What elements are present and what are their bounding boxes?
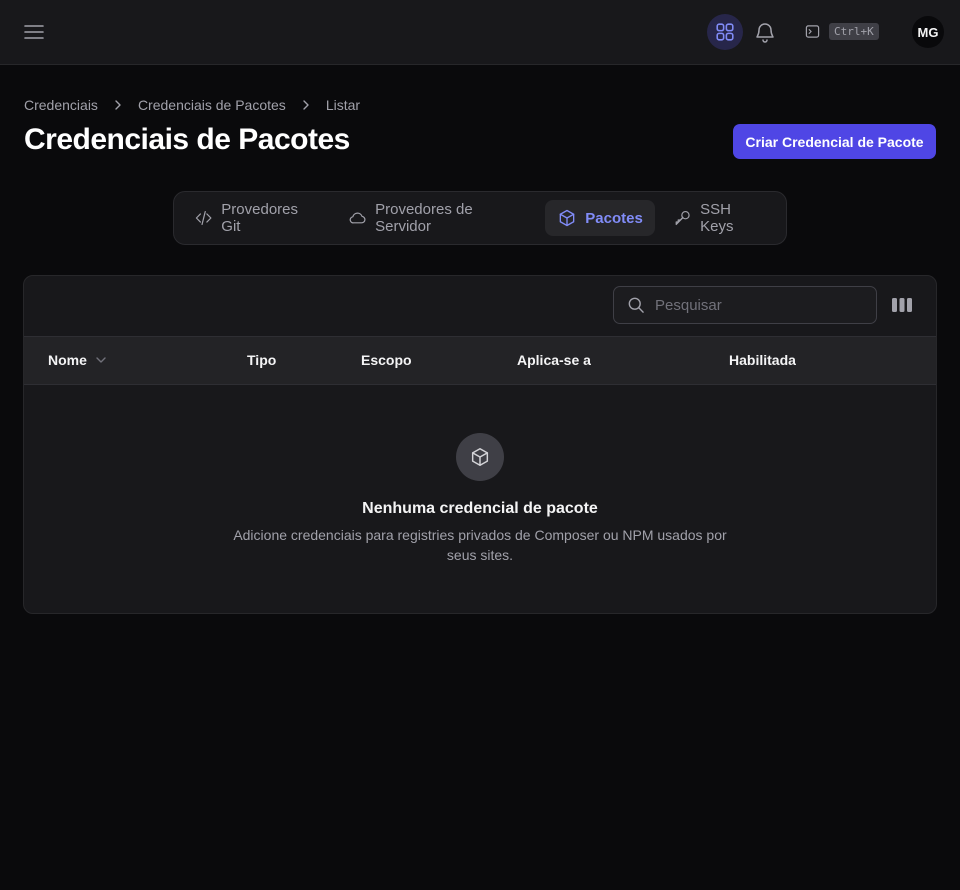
- empty-state-description: Adicione credenciais para registries pri…: [233, 527, 727, 563]
- terminal-icon: [805, 25, 820, 38]
- column-header-tipo: Tipo: [247, 352, 277, 368]
- empty-state-title: Nenhuma credencial de pacote: [362, 500, 598, 517]
- cloud-icon: [349, 212, 366, 224]
- search-field[interactable]: [613, 286, 877, 324]
- breadcrumb-item-listar: Listar: [325, 97, 361, 113]
- tab-ssh-keys[interactable]: SSH Keys: [661, 200, 778, 236]
- search-input[interactable]: [655, 296, 855, 314]
- column-header-habilitada: Habilitada: [729, 352, 796, 368]
- tab-label: Provedores de Servidor: [375, 201, 473, 235]
- column-header-aplica-se-a: Aplica-se a: [517, 352, 591, 368]
- user-avatar[interactable]: MG: [912, 16, 944, 48]
- cube-icon: [559, 209, 575, 227]
- empty-state-cube-icon: [456, 433, 504, 481]
- column-header-nome[interactable]: Nome: [48, 352, 107, 368]
- credential-tabs: Provedores Git Provedores de Servidor Pa…: [173, 191, 787, 245]
- breadcrumb-item-credenciais[interactable]: Credenciais: [24, 97, 98, 113]
- command-palette-button[interactable]: Ctrl+K: [805, 23, 879, 40]
- credentials-table-card: Nome Tipo Escopo Aplica-se a Habilitada …: [23, 275, 937, 614]
- breadcrumb: Credenciais Credenciais de Pacotes Lista…: [24, 97, 360, 113]
- chevron-right-icon: [303, 100, 309, 110]
- tab-label: SSH Keys: [700, 201, 734, 235]
- table-header: Nome Tipo Escopo Aplica-se a Habilitada: [24, 336, 936, 385]
- breadcrumb-item-credenciais-de-pacotes[interactable]: Credenciais de Pacotes: [138, 97, 286, 113]
- tab-provedores-de-servidor[interactable]: Provedores de Servidor: [336, 200, 539, 236]
- chevron-right-icon: [115, 100, 121, 110]
- key-icon: [675, 210, 690, 226]
- shortcut-key-badge: Ctrl+K: [829, 23, 879, 40]
- column-toggle-icon[interactable]: [891, 295, 913, 315]
- search-icon: [628, 297, 644, 313]
- chevron-down-icon: [96, 357, 106, 363]
- tab-provedores-git[interactable]: Provedores Git: [182, 200, 330, 236]
- column-label: Nome: [48, 352, 87, 368]
- notifications-bell-icon[interactable]: [753, 20, 777, 44]
- create-package-credential-button[interactable]: Criar Credencial de Pacote: [733, 124, 936, 159]
- page-title: Credenciais de Pacotes: [24, 123, 350, 156]
- hamburger-menu-icon[interactable]: [22, 20, 46, 44]
- column-header-escopo: Escopo: [361, 352, 412, 368]
- apps-grid-icon[interactable]: [707, 14, 743, 50]
- top-bar: Ctrl+K MG: [0, 0, 960, 65]
- tab-label: Pacotes: [585, 209, 643, 227]
- tab-pacotes[interactable]: Pacotes: [545, 200, 655, 236]
- tab-label: Provedores Git: [221, 201, 299, 235]
- code-icon: [195, 210, 212, 226]
